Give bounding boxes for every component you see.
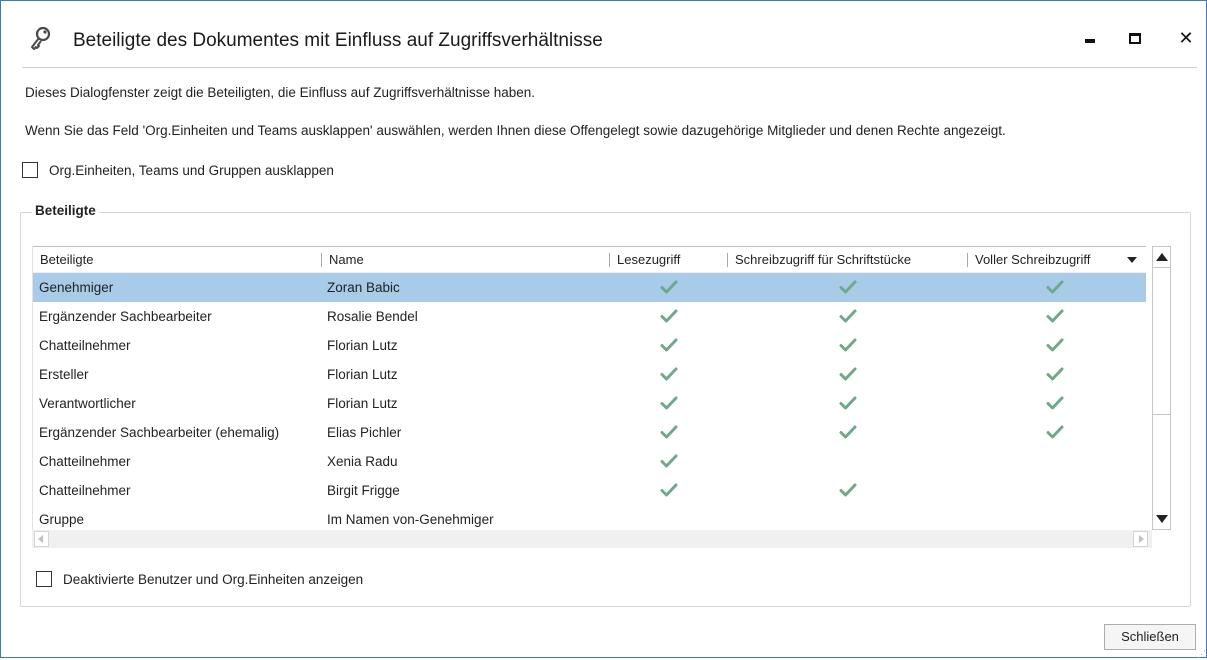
key-icon bbox=[31, 26, 51, 50]
maximize-button[interactable] bbox=[1119, 23, 1149, 53]
info-text-1: Dieses Dialogfenster zeigt die Beteiligt… bbox=[25, 85, 536, 100]
sort-descending-icon bbox=[1127, 257, 1137, 263]
scroll-left-button[interactable] bbox=[34, 531, 49, 547]
column-header-write-docs[interactable]: Schreibzugriff für Schriftstücke bbox=[727, 253, 911, 267]
horizontal-scrollbar[interactable] bbox=[32, 530, 1152, 548]
table-row[interactable]: Ergänzender Sachbearbeiter (ehemalig) Eli… bbox=[33, 418, 1146, 447]
checkmark-icon bbox=[839, 338, 857, 352]
checkbox-label: Org.Einheiten, Teams und Gruppen ausklap… bbox=[49, 162, 334, 178]
cell-name: Zoran Babic bbox=[327, 280, 400, 295]
cell-role: Ergänzender Sachbearbeiter (ehemalig) bbox=[39, 425, 280, 440]
checkmark-icon bbox=[839, 309, 857, 323]
arrow-up-icon bbox=[1156, 253, 1168, 261]
close-icon: ✕ bbox=[1178, 28, 1194, 48]
checkmark-icon bbox=[839, 367, 857, 381]
cell-name: Florian Lutz bbox=[327, 338, 398, 353]
checkmark-icon bbox=[660, 309, 678, 323]
minimize-icon bbox=[1085, 39, 1095, 43]
vertical-scrollbar[interactable] bbox=[1152, 246, 1171, 530]
minimize-button[interactable] bbox=[1076, 23, 1106, 53]
checkbox-label: Deaktivierte Benutzer und Org.Einheiten … bbox=[63, 571, 364, 587]
grid-header: Beteiligte Name Lesezugriff Schreibzugri… bbox=[33, 246, 1146, 272]
checkbox-box[interactable] bbox=[36, 571, 52, 587]
cell-role: Verantwortlicher bbox=[39, 396, 136, 411]
column-header-role[interactable]: Beteiligte bbox=[33, 247, 93, 272]
table-row[interactable]: Genehmiger Zoran Babic bbox=[33, 273, 1146, 302]
cell-role: Chatteilnehmer bbox=[39, 338, 131, 353]
info-text-2: Wenn Sie das Feld 'Org.Einheiten und Tea… bbox=[25, 123, 1006, 138]
title-bar: Beteiligte des Dokumentes mit Einfluss a… bbox=[1, 1, 1206, 67]
dialog-title: Beteiligte des Dokumentes mit Einfluss a… bbox=[73, 30, 603, 51]
arrow-right-icon bbox=[1139, 535, 1144, 543]
checkmark-icon bbox=[1046, 309, 1064, 323]
title-separator bbox=[22, 67, 1197, 68]
cell-role: Chatteilnehmer bbox=[39, 454, 131, 469]
cell-name: Elias Pichler bbox=[327, 425, 402, 440]
close-window-button[interactable]: ✕ bbox=[1171, 23, 1201, 53]
show-deactivated-checkbox[interactable]: Deaktivierte Benutzer und Org.Einheiten … bbox=[36, 571, 363, 587]
checkmark-icon bbox=[1046, 396, 1064, 410]
checkmark-icon bbox=[660, 483, 678, 497]
scroll-thumb[interactable] bbox=[1153, 267, 1170, 415]
group-title: Beteiligte bbox=[32, 203, 99, 218]
cell-role: Ersteller bbox=[39, 367, 89, 382]
column-header-name[interactable]: Name bbox=[321, 253, 364, 267]
participants-grid: Beteiligte Name Lesezugriff Schreibzugri… bbox=[32, 246, 1146, 548]
table-row[interactable]: Chatteilnehmer Birgit Frigge bbox=[33, 476, 1146, 505]
scroll-right-button[interactable] bbox=[1133, 531, 1148, 547]
checkmark-icon bbox=[1046, 338, 1064, 352]
table-row[interactable]: Verantwortlicher Florian Lutz bbox=[33, 389, 1146, 418]
scroll-up-button[interactable] bbox=[1153, 249, 1170, 265]
checkmark-icon bbox=[839, 396, 857, 410]
cell-name: Florian Lutz bbox=[327, 367, 398, 382]
checkmark-icon bbox=[660, 367, 678, 381]
checkmark-icon bbox=[660, 338, 678, 352]
checkmark-icon bbox=[660, 454, 678, 468]
table-row[interactable]: Chatteilnehmer Xenia Radu bbox=[33, 447, 1146, 476]
table-row[interactable]: Ergänzender Sachbearbeiter Rosalie Bendel bbox=[33, 302, 1146, 331]
table-row[interactable]: Ersteller Florian Lutz bbox=[33, 360, 1146, 389]
column-header-read[interactable]: Lesezugriff bbox=[609, 253, 680, 267]
resize-grip[interactable]: ⋰ bbox=[1197, 649, 1206, 660]
checkmark-icon bbox=[1046, 280, 1064, 294]
column-header-full-write[interactable]: Voller Schreibzugriff bbox=[967, 253, 1090, 267]
cell-name: Birgit Frigge bbox=[327, 483, 400, 498]
expand-org-units-checkbox[interactable]: Org.Einheiten, Teams und Gruppen ausklap… bbox=[22, 162, 334, 178]
checkmark-icon bbox=[839, 483, 857, 497]
checkmark-icon bbox=[660, 280, 678, 294]
cell-name: Rosalie Bendel bbox=[327, 309, 418, 324]
cell-name: Xenia Radu bbox=[327, 454, 398, 469]
checkmark-icon bbox=[1046, 425, 1064, 439]
cell-name: Florian Lutz bbox=[327, 396, 398, 411]
checkmark-icon bbox=[839, 280, 857, 294]
arrow-down-icon bbox=[1156, 515, 1168, 523]
maximize-icon bbox=[1129, 33, 1141, 44]
scroll-down-button[interactable] bbox=[1153, 511, 1170, 527]
cell-role: Genehmiger bbox=[39, 280, 114, 295]
dialog-window: Beteiligte des Dokumentes mit Einfluss a… bbox=[0, 0, 1207, 660]
close-button[interactable]: Schließen bbox=[1104, 624, 1196, 650]
checkmark-icon bbox=[660, 396, 678, 410]
checkmark-icon bbox=[1046, 367, 1064, 381]
table-row[interactable]: Chatteilnehmer Florian Lutz bbox=[33, 331, 1146, 360]
checkmark-icon bbox=[839, 425, 857, 439]
cell-role: Ergänzender Sachbearbeiter bbox=[39, 309, 212, 324]
checkbox-box[interactable] bbox=[22, 162, 38, 178]
arrow-left-icon bbox=[38, 535, 43, 543]
checkmark-icon bbox=[660, 425, 678, 439]
cell-role: Chatteilnehmer bbox=[39, 483, 131, 498]
